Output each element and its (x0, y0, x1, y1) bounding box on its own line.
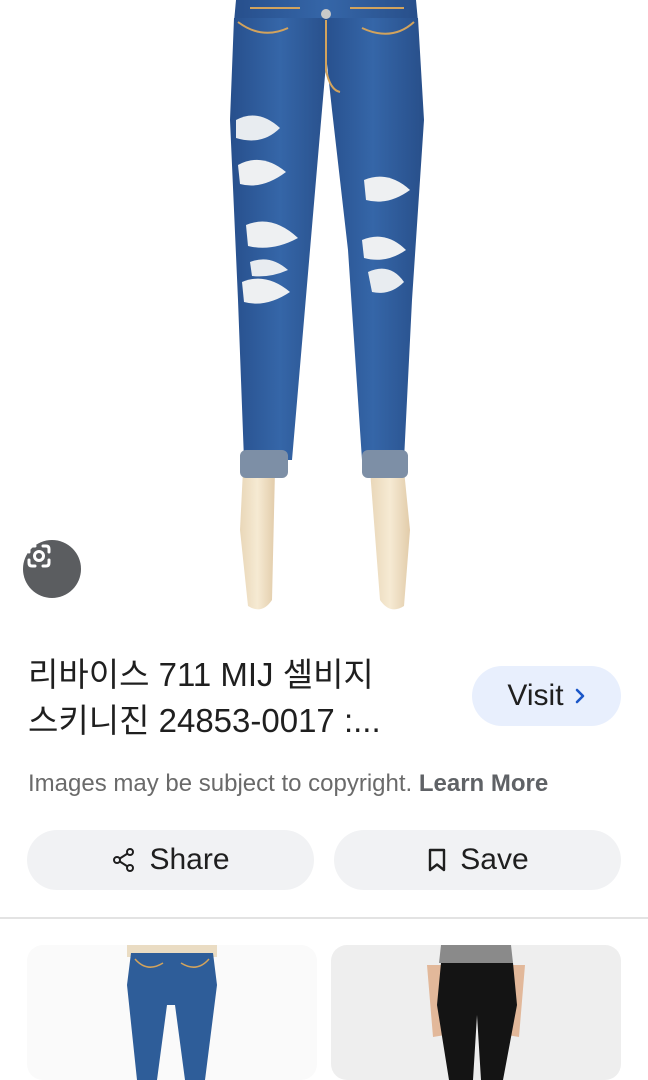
share-label: Share (149, 843, 230, 876)
divider (0, 917, 648, 919)
related-image-1[interactable] (27, 945, 317, 1080)
jeans-illustration (230, 0, 424, 610)
chevron-right-icon (575, 688, 584, 704)
google-lens-button[interactable] (23, 540, 81, 598)
google-lens-icon (27, 544, 51, 568)
result-title[interactable]: 리바이스 711 MIJ 셀비지 스키니진 24853-0017 :... (28, 652, 458, 744)
visit-label: Visit (507, 679, 564, 712)
title-line-1: 리바이스 711 MIJ 셀비지 (28, 656, 374, 693)
related-jeans-thumbnail (127, 945, 217, 1080)
save-label: Save (460, 843, 529, 876)
share-button[interactable]: Share (27, 830, 314, 890)
visit-button[interactable]: Visit (472, 666, 621, 726)
copyright-notice: Images may be subject to copyright. Lear… (28, 770, 548, 798)
learn-more-link[interactable]: Learn More (419, 770, 548, 797)
copyright-text: Images may be subject to copyright. (28, 770, 413, 797)
image-result-page: 리바이스 711 MIJ 셀비지 스키니진 24853-0017 :... Vi… (0, 0, 648, 1080)
bookmark-icon (429, 848, 446, 872)
related-image-2[interactable] (331, 945, 621, 1080)
product-image[interactable] (0, 0, 648, 630)
related-black-jeans-thumbnail (427, 945, 525, 1080)
share-icon (113, 848, 135, 872)
save-button[interactable]: Save (334, 830, 621, 890)
title-line-2: 스키니진 24853-0017 :... (28, 702, 381, 739)
